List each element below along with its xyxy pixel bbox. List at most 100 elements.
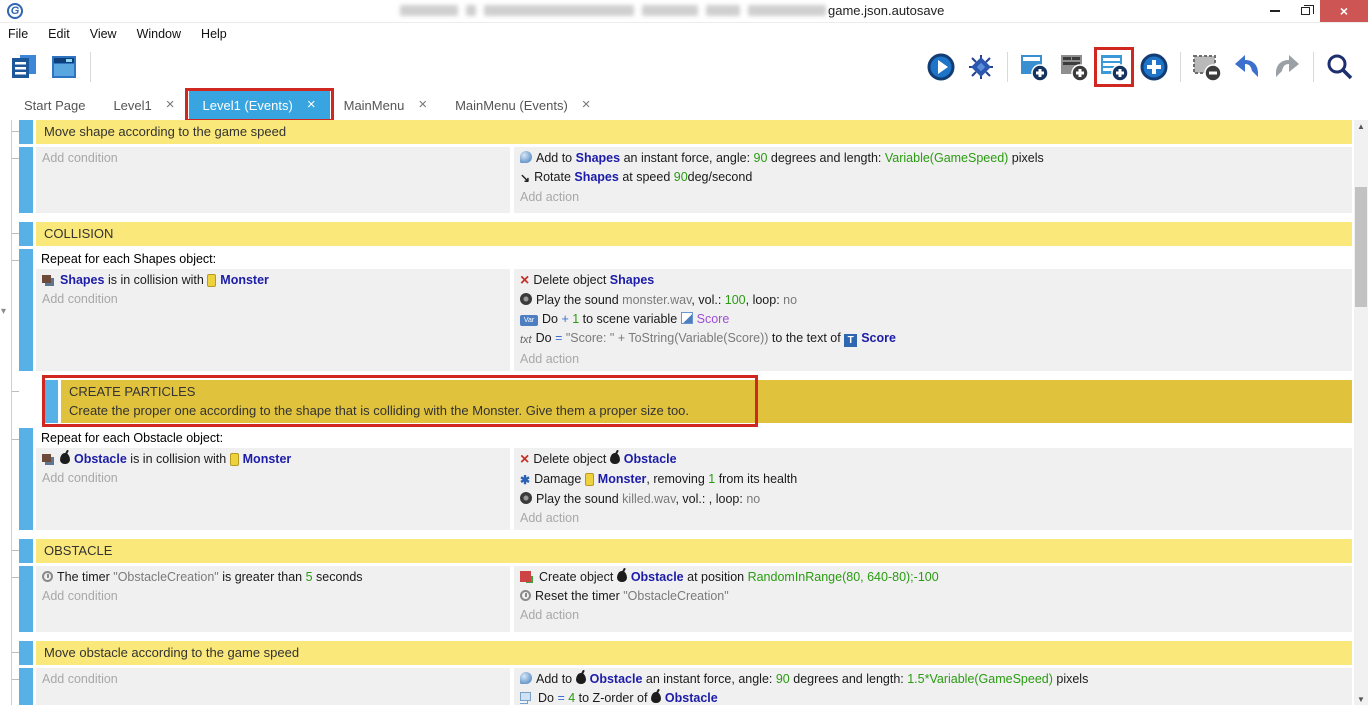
condition-line[interactable]: Add condition	[42, 670, 504, 689]
action-line[interactable]: Create object Obstacle at position Rando…	[520, 568, 1346, 587]
event-handle-bar[interactable]	[19, 539, 33, 563]
undo-button[interactable]	[1229, 48, 1265, 86]
event-comment-row[interactable]: COLLISION	[0, 222, 1352, 246]
event-handle-bar[interactable]	[19, 120, 33, 144]
scroll-up-icon[interactable]: ▲	[1354, 120, 1368, 134]
menu-edit[interactable]: Edit	[48, 27, 70, 41]
tab-level1-events[interactable]: Level1 (Events) ×	[189, 90, 330, 120]
condition-line[interactable]: Obstacle is in collision with Monster	[42, 450, 504, 469]
action-line[interactable]: Do + 1 to scene variable Score	[520, 310, 1346, 329]
event-row[interactable]: Repeat for each Shapes object:Shapes is …	[0, 249, 1352, 371]
play-button[interactable]	[923, 48, 959, 86]
conditions-column[interactable]: Obstacle is in collision with MonsterAdd…	[36, 448, 510, 530]
action-line[interactable]: Delete object Shapes	[520, 271, 1346, 291]
event-handle-bar[interactable]	[19, 428, 33, 530]
menu-help[interactable]: Help	[201, 27, 227, 41]
seg-text: seconds	[313, 570, 363, 584]
tab-mainmenu-events[interactable]: MainMenu (Events) ×	[441, 90, 604, 120]
remove-event-button[interactable]	[1189, 48, 1225, 86]
event-comment-row[interactable]: CREATE PARTICLESCreate the proper one ac…	[0, 380, 1352, 423]
event-comment-row[interactable]: Move shape according to the game speed	[0, 120, 1352, 144]
event-columns: Shapes is in collision with MonsterAdd c…	[36, 269, 1352, 371]
foreach-header[interactable]: Repeat for each Obstacle object:	[36, 428, 1352, 448]
action-line[interactable]: Damage Monster, removing 1 from its heal…	[520, 470, 1346, 490]
actions-column[interactable]: Add to Shapes an instant force, angle: 9…	[514, 147, 1352, 213]
add-scene-button[interactable]	[1016, 48, 1052, 86]
action-line[interactable]: Reset the timer "ObstacleCreation"	[520, 587, 1346, 606]
foreach-header[interactable]: Repeat for each Shapes object:	[36, 249, 1352, 269]
comment-block[interactable]: Move shape according to the game speed	[36, 120, 1352, 144]
condition-line[interactable]: Shapes is in collision with Monster	[42, 271, 504, 290]
event-row[interactable]: Add condition Add to Obstacle an instant …	[0, 668, 1352, 705]
start-page-button[interactable]	[46, 48, 82, 86]
comment-block[interactable]: OBSTACLE	[36, 539, 1352, 563]
event-handle-bar[interactable]	[19, 222, 33, 246]
actions-column[interactable]: Delete object ShapesPlay the sound monst…	[514, 269, 1352, 371]
tab-close-icon[interactable]: ×	[307, 100, 316, 110]
scroll-down-icon[interactable]: ▼	[1354, 693, 1368, 705]
condition-line[interactable]: Add condition	[42, 290, 504, 309]
event-handle-bar[interactable]	[19, 147, 33, 213]
menu-window[interactable]: Window	[137, 27, 181, 41]
project-manager-button[interactable]	[6, 48, 42, 86]
menu-file[interactable]: File	[8, 27, 28, 41]
minimize-button[interactable]	[1260, 0, 1290, 22]
action-line[interactable]: Add to Shapes an instant force, angle: 9…	[520, 149, 1346, 168]
add-source-button[interactable]	[1136, 48, 1172, 86]
vertical-scrollbar[interactable]: ▲ ▼	[1354, 120, 1368, 705]
add-external-events-button[interactable]	[1056, 48, 1092, 86]
gdevelop-window: G game.json.autosave × File Edit View Wi…	[0, 0, 1368, 705]
event-handle-bar[interactable]	[19, 668, 33, 705]
scrollbar-thumb[interactable]	[1355, 187, 1367, 307]
add-events-button[interactable]	[1096, 48, 1132, 86]
tab-start-page[interactable]: Start Page	[10, 90, 99, 120]
comment-block[interactable]: COLLISION	[36, 222, 1352, 246]
condition-line[interactable]: Add condition	[42, 469, 504, 488]
debug-button[interactable]	[963, 48, 999, 86]
comment-block[interactable]: Move obstacle according to the game spee…	[36, 641, 1352, 665]
event-columns: Add condition Add to Obstacle an instant …	[36, 668, 1352, 705]
action-line[interactable]: Add action	[520, 509, 1346, 528]
event-handle-bar[interactable]	[19, 566, 33, 632]
tab-close-icon[interactable]: ×	[582, 100, 591, 110]
actions-column[interactable]: Create object Obstacle at position Rando…	[514, 566, 1352, 632]
action-line[interactable]: Play the sound killed.wav, vol.: , loop:…	[520, 490, 1346, 509]
event-row[interactable]: The timer "ObstacleCreation" is greater …	[0, 566, 1352, 632]
event-comment-row[interactable]: Move obstacle according to the game spee…	[0, 641, 1352, 665]
actions-column[interactable]: Add to Obstacle an instant force, angle:…	[514, 668, 1352, 705]
menu-view[interactable]: View	[90, 27, 117, 41]
action-line[interactable]: Do = 4 to Z-order of Obstacle	[520, 689, 1346, 705]
action-line[interactable]: Play the sound monster.wav, vol.: 100, l…	[520, 291, 1346, 310]
expand-arrow-icon[interactable]: ▾	[1, 306, 6, 317]
event-comment-row[interactable]: OBSTACLE	[0, 539, 1352, 563]
search-button[interactable]	[1322, 48, 1358, 86]
condition-line[interactable]: Add condition	[42, 587, 504, 606]
conditions-column[interactable]: Add condition	[36, 668, 510, 705]
action-line[interactable]: Do = "Score: " + ToString(Variable(Score…	[520, 329, 1346, 350]
action-line[interactable]: Add action	[520, 188, 1346, 207]
event-row[interactable]: Add condition Add to Shapes an instant fo…	[0, 147, 1352, 213]
action-line[interactable]: Delete object Obstacle	[520, 450, 1346, 470]
tab-level1[interactable]: Level1 ×	[99, 90, 188, 120]
conditions-column[interactable]: The timer "ObstacleCreation" is greater …	[36, 566, 510, 632]
close-button[interactable]: ×	[1320, 0, 1368, 22]
action-line[interactable]: Rotate Shapes at speed 90deg/second	[520, 168, 1346, 188]
event-handle-bar[interactable]	[19, 249, 33, 371]
restore-button[interactable]	[1290, 0, 1320, 22]
action-line[interactable]: Add action	[520, 606, 1346, 625]
condition-line[interactable]: Add condition	[42, 149, 504, 168]
conditions-column[interactable]: Shapes is in collision with MonsterAdd c…	[36, 269, 510, 371]
comment-block[interactable]: CREATE PARTICLESCreate the proper one ac…	[61, 380, 1352, 423]
event-handle-bar[interactable]	[19, 641, 33, 665]
actions-column[interactable]: Delete object ObstacleDamage Monster, re…	[514, 448, 1352, 530]
event-row[interactable]: Repeat for each Obstacle object:Obstacle…	[0, 428, 1352, 530]
event-handle-bar[interactable]	[44, 380, 58, 423]
tab-close-icon[interactable]: ×	[166, 100, 175, 110]
redo-button[interactable]	[1269, 48, 1305, 86]
conditions-column[interactable]: Add condition	[36, 147, 510, 213]
condition-line[interactable]: The timer "ObstacleCreation" is greater …	[42, 568, 504, 587]
tab-close-icon[interactable]: ×	[418, 100, 427, 110]
tab-mainmenu[interactable]: MainMenu ×	[330, 90, 441, 120]
action-line[interactable]: Add action	[520, 350, 1346, 369]
action-line[interactable]: Add to Obstacle an instant force, angle:…	[520, 670, 1346, 689]
